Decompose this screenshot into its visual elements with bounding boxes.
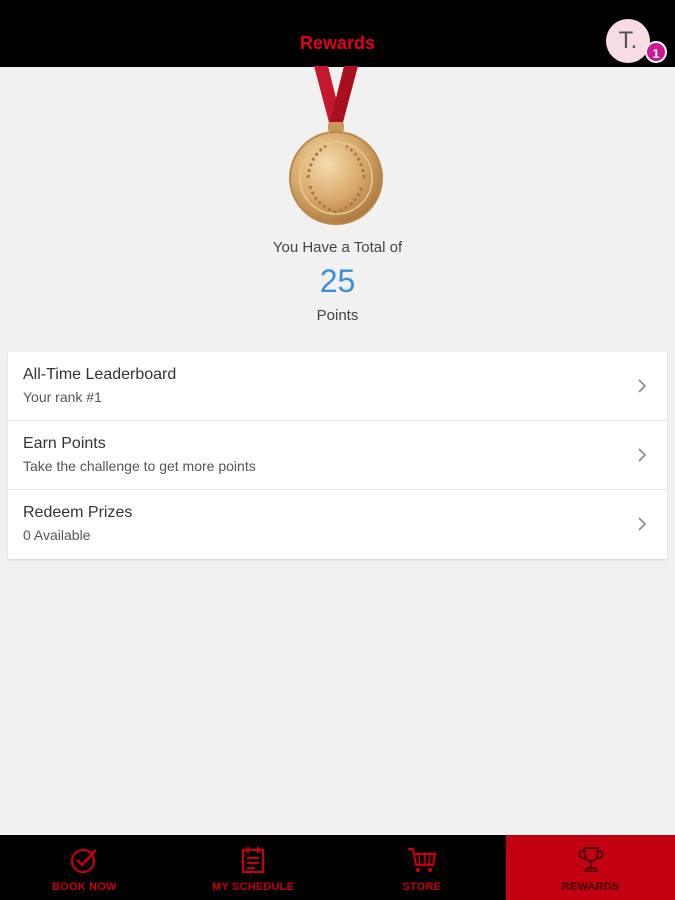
check-circle-icon [71, 848, 98, 874]
menu-item-title: Earn Points [23, 435, 106, 452]
bottom-tab-bar: BOOK NOW MY SCHEDULE STORE REWARDS [0, 835, 675, 900]
menu-item-title: All-Time Leaderboard [23, 366, 177, 383]
points-unit-label: Points [316, 307, 359, 324]
points-value: 25 [319, 263, 356, 299]
trophy-icon [578, 847, 604, 872]
chevron-right-icon [638, 448, 647, 462]
menu-item-subtitle: 0 Available [23, 527, 91, 543]
app-header: Rewards T. 1 [0, 0, 675, 67]
rewards-menu: All-Time Leaderboard Your rank #1 Earn P… [8, 352, 667, 559]
menu-item-earn-points[interactable]: Earn Points Take the challenge to get mo… [8, 421, 667, 490]
tab-rewards[interactable]: REWARDS [506, 835, 675, 900]
chevron-right-icon [638, 379, 647, 393]
tab-label: REWARDS [561, 881, 620, 893]
points-total-label: You Have a Total of [272, 239, 403, 256]
menu-item-subtitle: Take the challenge to get more points [23, 458, 256, 474]
page-title: Rewards [299, 33, 376, 53]
tab-book-now[interactable]: BOOK NOW [0, 835, 169, 900]
tab-label: STORE [402, 881, 442, 893]
tab-label: MY SCHEDULE [212, 881, 295, 893]
cart-icon [407, 847, 437, 873]
menu-item-title: Redeem Prizes [23, 504, 133, 521]
menu-item-leaderboard[interactable]: All-Time Leaderboard Your rank #1 [8, 352, 667, 421]
tab-label: BOOK NOW [52, 881, 117, 893]
menu-item-redeem-prizes[interactable]: Redeem Prizes 0 Available [8, 490, 667, 559]
menu-item-subtitle: Your rank #1 [23, 389, 102, 405]
notification-badge: 1 [645, 41, 667, 63]
tab-my-schedule[interactable]: MY SCHEDULE [169, 835, 338, 900]
avatar[interactable]: T. [606, 19, 650, 63]
chevron-right-icon [638, 517, 647, 531]
medal-icon [289, 66, 383, 225]
tab-store[interactable]: STORE [338, 835, 507, 900]
calendar-icon [242, 847, 265, 874]
